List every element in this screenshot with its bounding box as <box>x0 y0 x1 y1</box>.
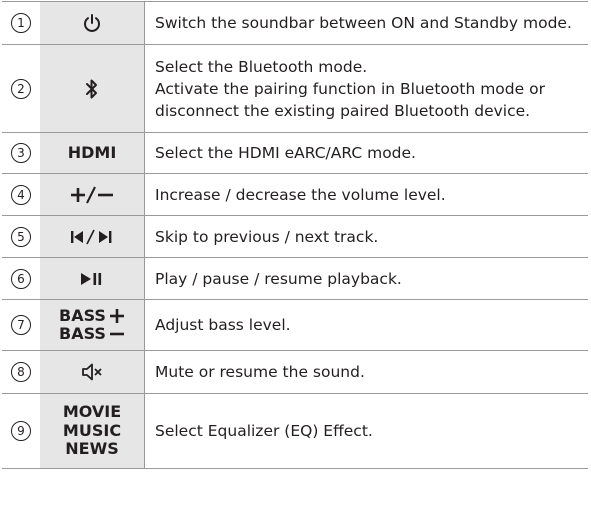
description-text: Activate the pairing function in Bluetoo… <box>155 79 545 120</box>
description-cell: Play / pause / resume playback. <box>144 258 588 299</box>
minus-icon <box>109 332 124 336</box>
description-text: Adjust bass level. <box>155 316 291 334</box>
row-number: 1 <box>2 2 40 44</box>
description-text: Select Equalizer (EQ) Effect. <box>155 422 373 440</box>
description-cell: Select Equalizer (EQ) Effect. <box>144 394 588 468</box>
description-text: Select the Bluetooth mode. <box>155 57 368 76</box>
row-number: 2 <box>2 45 40 132</box>
hdmi-key-label: HDMI <box>67 142 117 162</box>
table-row: 1 Switch the soundbar between ON and Sta… <box>2 2 588 45</box>
table-row: 8 Mute or resume the sound. <box>2 351 588 394</box>
description-text: Increase / decrease the volume level. <box>155 185 446 204</box>
description-cell: Select the HDMI eARC/ARC mode. <box>144 133 588 173</box>
table-row: 5 Skip to previous / next track. <box>2 216 588 258</box>
number-circle: 8 <box>11 362 31 382</box>
number-circle: 1 <box>11 13 31 33</box>
key-cell <box>40 258 144 299</box>
description-cell: Increase / decrease the volume level. <box>144 174 588 215</box>
key-cell: MOVIE MUSIC NEWS <box>40 394 144 468</box>
number-circle: 5 <box>11 226 31 247</box>
description-text: Play / pause / resume playback. <box>155 269 402 288</box>
description-cell: Select the Bluetooth mode. Activate the … <box>144 45 588 132</box>
table-row: 2 Select the Bluetooth mode. Activate th… <box>2 45 588 133</box>
number-circle: 4 <box>11 184 31 205</box>
table-row: 6 Play / pause / resume playback. <box>2 258 588 300</box>
plus-minus-icon <box>71 186 113 203</box>
description-text: Mute or resume the sound. <box>155 363 365 381</box>
number-circle: 2 <box>11 78 31 99</box>
number-circle: 3 <box>11 143 31 163</box>
music-key-label: MUSIC <box>62 420 122 440</box>
key-cell <box>40 45 144 132</box>
prev-next-icon <box>71 229 112 244</box>
number-circle: 7 <box>11 315 31 335</box>
description-cell: Skip to previous / next track. <box>144 216 588 257</box>
bass-down-key: BASS <box>59 324 125 343</box>
bass-down-label: BASS <box>59 324 106 343</box>
number-circle: 6 <box>11 268 31 289</box>
row-number: 9 <box>2 394 40 468</box>
key-cell: HDMI <box>40 133 144 173</box>
row-number: 4 <box>2 174 40 215</box>
row-number: 7 <box>2 300 40 350</box>
description-cell: Mute or resume the sound. <box>144 351 588 393</box>
mute-icon <box>82 363 102 381</box>
description-text: Skip to previous / next track. <box>155 227 379 246</box>
description-text: Switch the soundbar between ON and Stand… <box>155 14 572 32</box>
description-cell: Adjust bass level. <box>144 300 588 350</box>
key-cell <box>40 174 144 215</box>
news-key-label: NEWS <box>65 439 119 459</box>
table-row: 3 HDMI Select the HDMI eARC/ARC mode. <box>2 133 588 174</box>
key-cell <box>40 216 144 257</box>
table-row: 9 MOVIE MUSIC NEWS Select Equalizer (EQ)… <box>2 394 588 469</box>
row-number: 8 <box>2 351 40 393</box>
movie-key-label: MOVIE <box>62 402 122 422</box>
table-row: 4 Increase / decrease the volume level. <box>2 174 588 216</box>
number-circle: 9 <box>11 421 31 441</box>
key-cell: BASS BASS <box>40 300 144 350</box>
bluetooth-icon <box>86 79 97 98</box>
bass-up-key: BASS <box>59 305 125 325</box>
page: 1 Switch the soundbar between ON and Sta… <box>0 0 591 510</box>
row-number: 5 <box>2 216 40 257</box>
button-function-table: 1 Switch the soundbar between ON and Sta… <box>2 1 588 469</box>
description-text: Select the HDMI eARC/ARC mode. <box>155 144 416 162</box>
description-cell: Switch the soundbar between ON and Stand… <box>144 2 588 44</box>
bass-up-label: BASS <box>59 305 106 325</box>
key-cell <box>40 2 144 44</box>
power-icon <box>84 14 100 32</box>
table-row: 7 BASS BASS Adjust bass level. <box>2 300 588 351</box>
plus-icon <box>109 308 124 323</box>
play-pause-icon <box>81 272 102 285</box>
key-cell <box>40 351 144 393</box>
row-number: 6 <box>2 258 40 299</box>
row-number: 3 <box>2 133 40 173</box>
